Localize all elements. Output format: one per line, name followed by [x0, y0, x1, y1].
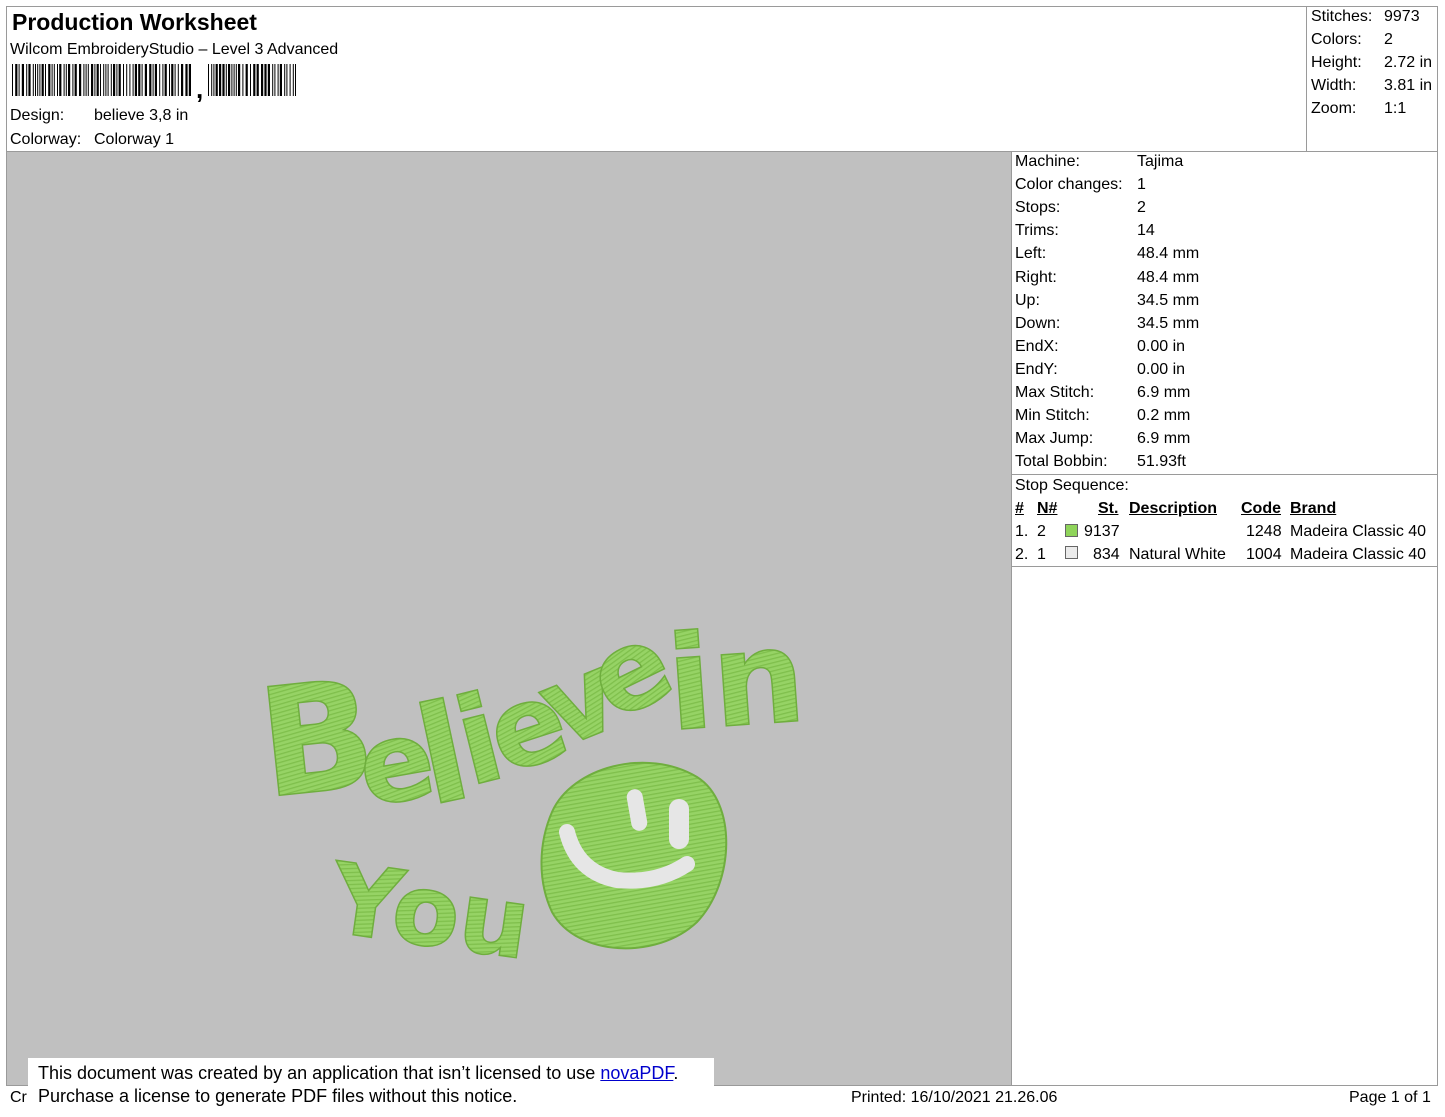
- info-label: Min Stitch:: [1015, 407, 1090, 425]
- design-value: believe 3,8 in: [94, 107, 189, 124]
- row-needle: 1: [1037, 546, 1046, 563]
- info-label: Trims:: [1015, 222, 1059, 240]
- info-value: 0.00 in: [1137, 360, 1186, 378]
- info-value: 34.5 mm: [1137, 291, 1200, 309]
- row-brand: Madeira Classic 40: [1290, 523, 1427, 540]
- table-bottom-divider: [1012, 566, 1438, 567]
- notice-line-1: This document was created by an applicat…: [38, 1063, 678, 1084]
- col-needle: N#: [1037, 500, 1058, 517]
- license-notice: This document was created by an applicat…: [28, 1058, 714, 1116]
- info-label: Down:: [1015, 314, 1061, 332]
- col-num: #: [1015, 500, 1024, 517]
- info-label: Up:: [1015, 291, 1040, 309]
- info-label: Max Jump:: [1015, 430, 1094, 448]
- believe-in-text: B e l i e v e in: [250, 596, 810, 837]
- col-stitches: St.: [1098, 500, 1119, 517]
- info-value: 0.2 mm: [1137, 407, 1191, 425]
- col-brand: Brand: [1290, 500, 1337, 517]
- row-code: 1004: [1246, 546, 1282, 563]
- footer-fragment: Cr: [10, 1089, 27, 1106]
- software-name: Wilcom EmbroideryStudio – Level 3 Advanc…: [10, 41, 339, 58]
- row-num: 2.: [1015, 546, 1029, 563]
- zoom-value: 1:1: [1384, 100, 1407, 117]
- notice-line-2: Purchase a license to generate PDF files…: [38, 1086, 518, 1106]
- stitches-value: 9973: [1384, 8, 1420, 25]
- width-value: 3.81 in: [1384, 77, 1433, 94]
- page-number: Page 1 of 1: [1349, 1089, 1431, 1106]
- info-label: Right:: [1015, 268, 1057, 286]
- notice-period: .: [673, 1063, 679, 1083]
- info-label: Machine:: [1015, 153, 1080, 170]
- info-value: 51.93ft: [1137, 453, 1186, 471]
- you-text: You: [323, 842, 537, 983]
- row-stitches: 9137: [1084, 523, 1120, 540]
- stitches-label: Stitches:: [1311, 8, 1373, 25]
- svg-text:in: in: [662, 599, 809, 760]
- info-label: Total Bobbin:: [1015, 453, 1108, 471]
- stop-sequence-divider: [1012, 474, 1438, 475]
- notice-text: This document was created by an applicat…: [38, 1063, 601, 1083]
- svg-text:,: ,: [196, 74, 203, 102]
- panel-divider: [1011, 151, 1012, 1086]
- stop-sequence-title: Stop Sequence:: [1015, 477, 1129, 494]
- embroidery-artwork: B e l i e v e in You: [250, 596, 810, 983]
- info-value: 48.4 mm: [1137, 245, 1200, 263]
- smiley-face: [540, 761, 728, 950]
- novapdf-link[interactable]: novaPDF: [600, 1063, 673, 1083]
- design-preview: B e l i e v e in You: [7, 152, 1011, 1085]
- info-value: Tajima: [1137, 153, 1184, 170]
- info-label: Color changes:: [1015, 176, 1123, 194]
- row-code: 1248: [1246, 523, 1282, 540]
- colorway-label: Colorway:: [10, 131, 82, 148]
- row-description: Natural White: [1129, 546, 1226, 563]
- stats-divider: [1306, 6, 1307, 152]
- info-value: 1: [1137, 176, 1146, 194]
- height-label: Height:: [1311, 54, 1362, 71]
- info-value: 14: [1137, 222, 1155, 240]
- info-label: EndX:: [1015, 337, 1059, 355]
- page-title: Production Worksheet: [12, 9, 257, 35]
- colors-value: 2: [1384, 31, 1393, 48]
- info-label: Stops:: [1015, 199, 1061, 217]
- color-swatch: [1065, 524, 1078, 537]
- barcode: ,: [12, 64, 296, 102]
- col-description: Description: [1129, 500, 1218, 517]
- colorway-value: Colorway 1: [94, 131, 175, 148]
- info-label: Max Stitch:: [1015, 384, 1095, 401]
- info-value: 0.00 in: [1137, 337, 1186, 355]
- color-swatch: [1065, 546, 1078, 559]
- info-value: 34.5 mm: [1137, 314, 1200, 332]
- info-value: 48.4 mm: [1137, 268, 1200, 286]
- design-label: Design:: [10, 107, 65, 124]
- info-value: 2: [1137, 199, 1146, 217]
- row-num: 1.: [1015, 523, 1029, 540]
- info-value: 6.9 mm: [1137, 384, 1191, 401]
- height-value: 2.72 in: [1384, 54, 1433, 71]
- zoom-label: Zoom:: [1311, 100, 1357, 117]
- row-brand: Madeira Classic 40: [1290, 546, 1427, 563]
- colors-label: Colors:: [1311, 31, 1362, 48]
- row-needle: 2: [1037, 523, 1046, 540]
- info-label: Left:: [1015, 245, 1047, 263]
- row-stitches: 834: [1093, 546, 1120, 563]
- info-label: EndY:: [1015, 360, 1058, 378]
- col-code: Code: [1241, 500, 1281, 517]
- width-label: Width:: [1311, 77, 1357, 94]
- printed-date: Printed: 16/10/2021 21.26.06: [851, 1089, 1058, 1106]
- info-value: 6.9 mm: [1137, 430, 1191, 448]
